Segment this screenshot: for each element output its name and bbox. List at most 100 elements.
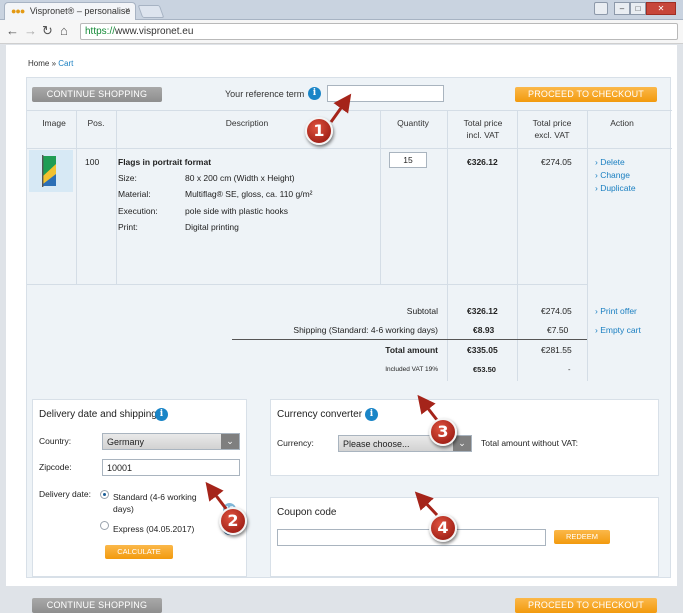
forward-arrow-icon[interactable]: → [24, 24, 37, 38]
annotation-marker-1: 1 [305, 117, 333, 145]
country-label: Country: [39, 436, 72, 446]
table-top-border [27, 110, 672, 111]
window-close-button[interactable]: ✕ [646, 2, 676, 15]
row-bottom-border [27, 284, 587, 285]
continue-shopping-button-top[interactable]: CONTINUE SHOPPING [32, 87, 162, 102]
continue-shopping-button-bottom[interactable]: CONTINUE SHOPPING [32, 598, 162, 613]
spec-size-label: Size: [118, 173, 137, 183]
vat-excl: - [568, 365, 571, 374]
header-price-incl-line1: Total price [463, 118, 503, 128]
redeem-button[interactable]: REDEEM [554, 530, 610, 544]
web-page: Home » Cart CONTINUE SHOPPING Your refer… [6, 45, 677, 613]
header-price-incl: Total price incl. VAT [447, 117, 519, 141]
column-separator [116, 111, 117, 285]
express-option[interactable]: Express (04.05.2017) [113, 524, 194, 534]
spec-execution-label: Execution: [118, 206, 158, 216]
header-image: Image [42, 118, 66, 128]
subtotal-incl: €326.12 [467, 306, 498, 316]
column-separator [447, 111, 448, 381]
standard-option-line1: Standard (4-6 working [113, 492, 197, 502]
quantity-input[interactable]: 15 [389, 152, 427, 168]
header-action: Action [610, 118, 634, 128]
header-price-incl-line2: incl. VAT [466, 130, 500, 140]
express-radio[interactable] [100, 521, 109, 530]
header-price-excl-line2: excl. VAT [534, 130, 570, 140]
total-amount-label: Total amount [385, 345, 438, 355]
total-without-vat-label: Total amount without VAT: [481, 438, 579, 448]
total-excl: €281.55 [541, 345, 572, 355]
product-thumbnail[interactable] [29, 150, 73, 192]
url-host: www.vispronet.eu [115, 26, 194, 37]
reference-term-input[interactable] [327, 85, 444, 102]
calculate-button[interactable]: CALCULATE [105, 545, 173, 559]
chevron-down-icon: ⌄ [221, 434, 239, 449]
coupon-input[interactable] [277, 529, 546, 546]
currency-label: Currency: [277, 438, 314, 448]
print-offer-link[interactable]: › Print offer [595, 306, 637, 316]
subtotal-label: Subtotal [406, 306, 438, 316]
row-pos: 100 [85, 157, 100, 167]
cart-panel: CONTINUE SHOPPING Your reference term i … [26, 77, 672, 613]
currency-select-value: Please choose... [343, 439, 410, 449]
delivery-date-label: Delivery date: [39, 489, 91, 499]
spec-material-label: Material: [118, 189, 151, 199]
breadcrumb-separator: » [51, 59, 57, 68]
breadcrumb-home[interactable]: Home [28, 59, 49, 68]
reference-term-label: Your reference term [225, 89, 305, 99]
tab-title: Vispronet® – personalise [29, 6, 131, 16]
maximize-button[interactable]: □ [630, 2, 646, 15]
user-profile-icon[interactable] [594, 2, 608, 15]
spec-execution-value: pole side with plastic hooks [185, 206, 289, 216]
standard-radio[interactable] [100, 490, 109, 499]
product-title: Flags in portrait format [118, 157, 212, 167]
proceed-to-checkout-button-top[interactable]: PROCEED TO CHECKOUT [515, 87, 657, 102]
vat-incl: €53.50 [473, 365, 496, 374]
header-description: Description [225, 118, 269, 128]
column-separator [380, 111, 381, 285]
tab-close-icon[interactable]: × [125, 5, 130, 15]
breadcrumb-current[interactable]: Cart [58, 59, 73, 68]
currency-info-icon[interactable]: i [365, 408, 378, 421]
delivery-info-icon[interactable]: i [155, 408, 168, 421]
header-bottom-border [27, 148, 672, 149]
duplicate-link[interactable]: › Duplicate [595, 183, 636, 193]
empty-cart-link[interactable]: › Empty cart [595, 325, 641, 335]
zipcode-label: Zipcode: [39, 462, 72, 472]
new-tab-button[interactable] [137, 5, 165, 18]
reference-info-icon[interactable]: i [308, 87, 321, 100]
vispronet-favicon-icon: ●●● [11, 6, 25, 16]
home-icon[interactable]: ⌂ [60, 24, 68, 38]
browser-tab-strip: ●●● Vispronet® – personalise × – □ ✕ [0, 0, 683, 20]
back-arrow-icon[interactable]: ← [6, 24, 19, 38]
proceed-to-checkout-button-bottom[interactable]: PROCEED TO CHECKOUT [515, 598, 657, 613]
country-value: Germany [107, 437, 145, 447]
minimize-button[interactable]: – [614, 2, 630, 15]
country-select[interactable]: Germany ⌄ [102, 433, 240, 450]
browser-tab[interactable]: ●●● Vispronet® – personalise × [4, 2, 136, 20]
browser-toolbar: ← → ↻ ⌂ https://www.vispronet.eu [0, 20, 683, 44]
change-link[interactable]: › Change [595, 170, 630, 180]
subtotal-excl: €274.05 [541, 306, 572, 316]
total-incl: €335.05 [467, 345, 498, 355]
chevron-down-icon: ⌄ [453, 436, 471, 451]
annotation-marker-4: 4 [429, 514, 457, 542]
reload-icon[interactable]: ↻ [42, 24, 53, 38]
column-separator [517, 111, 518, 381]
breadcrumb: Home » Cart [28, 59, 73, 68]
column-separator [587, 111, 588, 381]
shipping-incl: €8.93 [473, 325, 495, 335]
annotation-marker-3: 3 [429, 418, 457, 446]
header-pos: Pos. [87, 118, 105, 128]
shipping-label: Shipping (Standard: 4-6 working days) [293, 325, 438, 335]
zipcode-input[interactable] [102, 459, 240, 476]
standard-option-line2: days) [113, 504, 134, 514]
row-price-excl: €274.05 [541, 157, 572, 167]
delete-link[interactable]: › Delete [595, 157, 625, 167]
flag-image-icon [42, 155, 56, 187]
url-scheme: https:// [85, 26, 116, 37]
spec-size-value: 80 x 200 cm (Width x Height) [185, 173, 295, 183]
address-bar[interactable]: https://www.vispronet.eu [80, 23, 678, 40]
standard-option[interactable]: Standard (4-6 working days) [113, 491, 197, 515]
shipping-excl: €7.50 [547, 325, 569, 335]
delivery-title: Delivery date and shipping [39, 409, 157, 420]
